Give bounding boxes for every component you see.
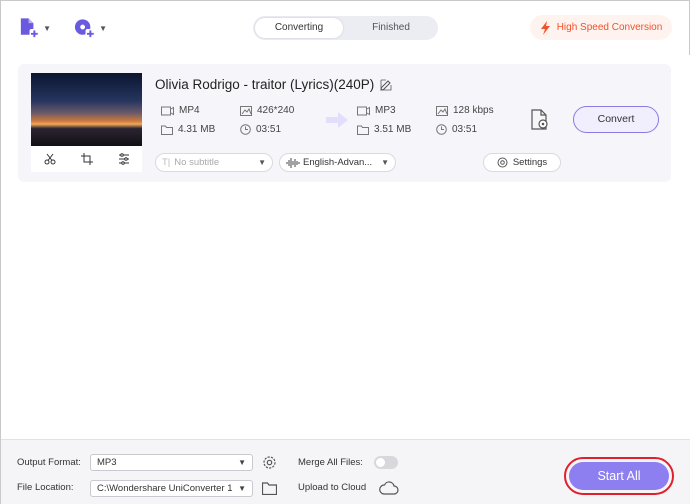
- merge-all-label: Merge All Files:: [298, 457, 363, 468]
- add-file-button[interactable]: ▼: [17, 15, 51, 41]
- video-format-icon: [161, 106, 174, 115]
- target-duration: 03:51: [436, 124, 477, 135]
- settings-gear-icon: [497, 157, 508, 168]
- chevron-down-icon: ▼: [258, 158, 266, 167]
- file-location-select[interactable]: C:\Wondershare UniConverter 1 ▼: [90, 480, 253, 497]
- file-list-area: Olivia Rodrigo - traitor (Lyrics)(240P) …: [1, 55, 690, 439]
- chevron-down-icon: ▼: [238, 484, 246, 493]
- add-dvd-button[interactable]: ▼: [73, 15, 107, 41]
- source-resolution-value: 426*240: [257, 105, 295, 116]
- chevron-down-icon: ▼: [238, 458, 246, 467]
- settings-label: Settings: [512, 157, 548, 168]
- audio-track-select[interactable]: English-Advan... ▼: [279, 153, 396, 172]
- target-format-value: MP3: [375, 105, 396, 116]
- cloud-upload-icon[interactable]: [379, 481, 399, 495]
- target-format: MP3: [357, 105, 396, 116]
- target-bitrate: 128 kbps: [436, 105, 494, 116]
- audio-track-value: English-Advan...: [303, 157, 373, 168]
- start-all-highlight: Start All: [564, 457, 674, 495]
- video-thumbnail[interactable]: [31, 73, 142, 146]
- high-speed-label: High Speed Conversion: [556, 22, 663, 33]
- source-size: 4.31 MB: [161, 124, 215, 135]
- source-resolution: 426*240: [240, 105, 294, 116]
- output-format-label: Output Format:: [17, 457, 81, 468]
- resolution-icon: [436, 105, 448, 116]
- trim-scissors-icon[interactable]: [44, 153, 56, 165]
- target-size: 3.51 MB: [357, 124, 411, 135]
- video-format-icon: [357, 106, 370, 115]
- file-location-value: C:\Wondershare UniConverter 1: [97, 483, 233, 494]
- lightning-icon: [540, 20, 550, 35]
- target-bitrate-value: 128 kbps: [453, 105, 494, 116]
- tab-converting[interactable]: Converting: [255, 18, 343, 38]
- subtitle-value: No subtitle: [174, 157, 220, 168]
- edit-pencil-icon[interactable]: [380, 79, 392, 91]
- output-format-select[interactable]: MP3 ▼: [90, 454, 253, 471]
- output-settings-file-icon[interactable]: [530, 109, 550, 131]
- file-title: Olivia Rodrigo - traitor (Lyrics)(240P): [155, 77, 375, 92]
- open-folder-icon[interactable]: [262, 482, 277, 495]
- chevron-down-icon: ▼: [381, 158, 389, 167]
- source-format-value: MP4: [179, 105, 200, 116]
- file-item-card: Olivia Rodrigo - traitor (Lyrics)(240P) …: [18, 64, 671, 182]
- file-title-row: Olivia Rodrigo - traitor (Lyrics)(240P): [155, 77, 392, 92]
- subtitle-icon: T|: [162, 157, 171, 168]
- bottom-bar: Output Format: MP3 ▼ Merge All Files: Fi…: [1, 439, 690, 504]
- audio-wave-icon: [286, 157, 300, 168]
- source-duration: 03:51: [240, 124, 281, 135]
- source-format: MP4: [161, 105, 200, 116]
- upload-to-cloud-label: Upload to Cloud: [298, 482, 367, 493]
- file-location-label: File Location:: [17, 482, 74, 493]
- add-file-icon: [20, 18, 40, 39]
- output-format-settings-icon[interactable]: [262, 455, 277, 470]
- source-duration-value: 03:51: [256, 124, 282, 135]
- subtitle-select[interactable]: T| No subtitle ▼: [155, 153, 273, 172]
- thumbnail-tools: [31, 146, 142, 172]
- chevron-down-icon: ▼: [43, 23, 51, 33]
- high-speed-conversion-button[interactable]: High Speed Conversion: [530, 15, 672, 40]
- start-all-button[interactable]: Start All: [569, 462, 669, 490]
- settings-button[interactable]: Settings: [483, 153, 561, 172]
- add-dvd-icon: [74, 19, 96, 39]
- convert-button[interactable]: Convert: [573, 106, 659, 133]
- convert-arrow-icon: [326, 112, 348, 128]
- target-duration-value: 03:51: [452, 124, 478, 135]
- resolution-icon: [240, 105, 252, 116]
- top-toolbar: ▼ ▼ Converting Finished High Speed Conve…: [1, 1, 690, 55]
- crop-icon[interactable]: [80, 153, 93, 165]
- app-window: ▼ ▼ Converting Finished High Speed Conve…: [0, 0, 690, 504]
- effects-sliders-icon[interactable]: [118, 153, 130, 165]
- status-tabs: Converting Finished: [253, 16, 438, 40]
- source-size-value: 4.31 MB: [178, 124, 216, 135]
- clock-icon: [240, 124, 251, 135]
- folder-icon: [161, 125, 173, 135]
- clock-icon: [436, 124, 447, 135]
- tab-finished[interactable]: Finished: [347, 18, 435, 38]
- chevron-down-icon: ▼: [99, 23, 107, 33]
- output-format-value: MP3: [97, 457, 117, 468]
- merge-all-toggle[interactable]: [374, 456, 398, 469]
- target-size-value: 3.51 MB: [374, 124, 412, 135]
- folder-icon: [357, 125, 369, 135]
